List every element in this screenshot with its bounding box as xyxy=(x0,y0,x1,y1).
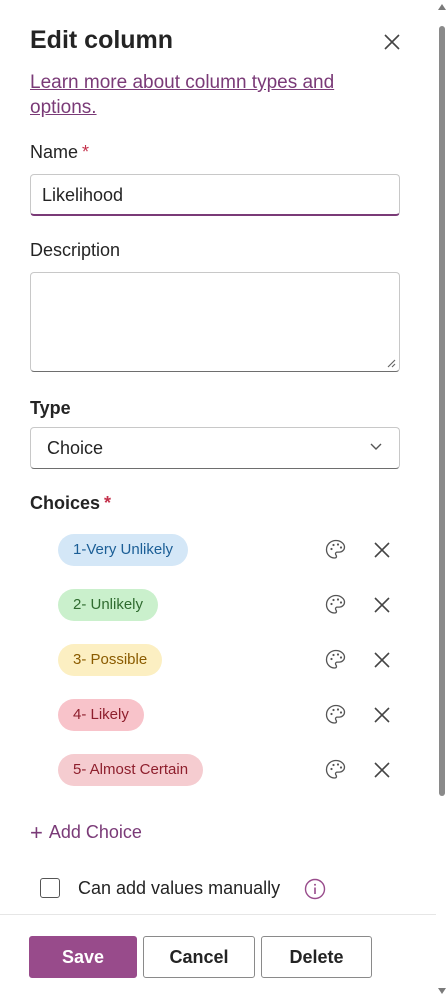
palette-icon[interactable] xyxy=(324,648,348,672)
remove-choice-icon[interactable] xyxy=(372,650,392,670)
delete-button[interactable]: Delete xyxy=(261,936,372,978)
type-dropdown[interactable]: Choice xyxy=(30,427,400,469)
panel-title: Edit column xyxy=(30,26,174,54)
manual-values-checkbox[interactable] xyxy=(40,878,60,898)
choice-pill[interactable]: 3- Possible xyxy=(58,644,163,676)
name-label-text: Name xyxy=(30,142,79,162)
choice-pill[interactable]: 2- Unlikely xyxy=(58,589,159,621)
manual-values-label: Can add values manually xyxy=(78,878,281,898)
add-choice-button[interactable]: + Add Choice xyxy=(30,820,142,846)
choices-label-text: Choices xyxy=(30,493,101,513)
info-icon[interactable] xyxy=(304,878,326,900)
remove-choice-icon[interactable] xyxy=(372,595,392,615)
type-label: Type xyxy=(30,398,71,418)
resize-grip-icon[interactable] xyxy=(386,358,396,368)
remove-choice-icon[interactable] xyxy=(372,705,392,725)
cancel-button[interactable]: Cancel xyxy=(143,936,255,978)
remove-choice-icon[interactable] xyxy=(372,760,392,780)
remove-choice-icon[interactable] xyxy=(372,540,392,560)
close-icon xyxy=(384,34,400,50)
save-button[interactable]: Save xyxy=(29,936,137,978)
learn-more-link[interactable]: Learn more about column types and option… xyxy=(30,70,370,120)
palette-icon[interactable] xyxy=(324,703,348,727)
palette-icon[interactable] xyxy=(324,538,348,562)
description-label: Description xyxy=(30,240,121,260)
choice-pill[interactable]: 4- Likely xyxy=(58,699,144,731)
chevron-down-icon xyxy=(370,443,382,450)
name-input[interactable]: Likelihood xyxy=(30,174,400,216)
scroll-thumb[interactable] xyxy=(439,26,445,796)
required-mark: * xyxy=(82,142,90,162)
scroll-down-arrow-icon[interactable] xyxy=(438,988,446,994)
scrollbar[interactable] xyxy=(436,0,448,1002)
add-choice-label: Add Choice xyxy=(48,822,142,842)
plus-icon: + xyxy=(30,820,43,845)
name-label: Name * xyxy=(30,142,89,163)
description-textarea[interactable] xyxy=(30,272,400,372)
choices-label: Choices * xyxy=(30,493,111,514)
palette-icon[interactable] xyxy=(324,758,348,782)
scroll-up-arrow-icon[interactable] xyxy=(438,4,446,10)
palette-icon[interactable] xyxy=(324,593,348,617)
choice-pill[interactable]: 5- Almost Certain xyxy=(58,754,204,786)
footer-divider xyxy=(0,914,436,915)
required-mark: * xyxy=(104,493,112,513)
close-button[interactable] xyxy=(380,30,404,54)
type-selected-value: Choice xyxy=(47,438,104,458)
edit-column-panel: Edit column Learn more about column type… xyxy=(0,0,436,1002)
choice-pill[interactable]: 1-Very Unlikely xyxy=(58,534,189,566)
